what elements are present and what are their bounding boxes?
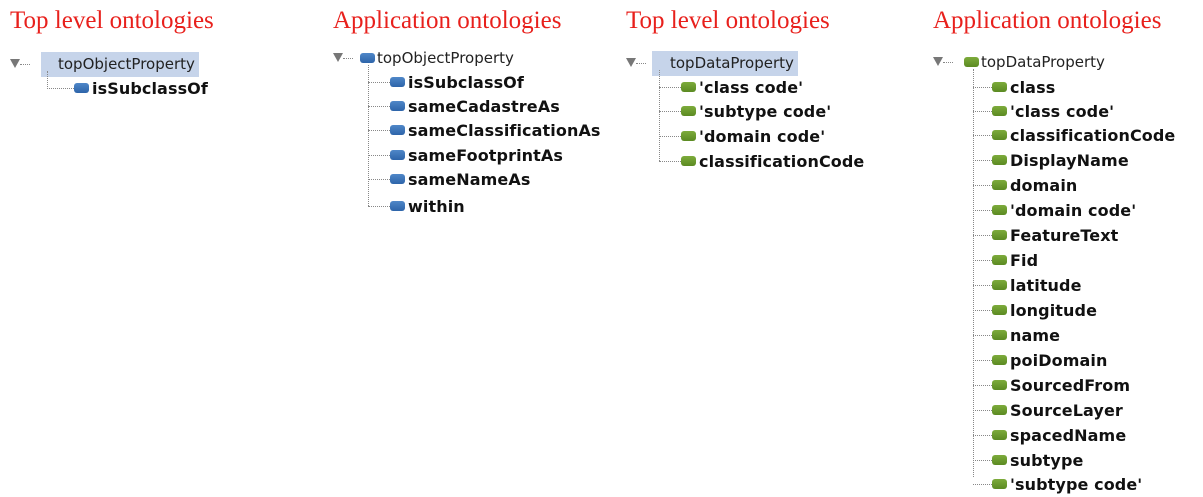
tree-node-label: 'class code' [699, 78, 804, 97]
data-property-icon [992, 280, 1007, 290]
data-property-icon [992, 230, 1007, 240]
tree-connector [659, 70, 660, 161]
triangle-down-icon[interactable] [10, 59, 20, 68]
tree-node-label: poiDomain [1010, 351, 1108, 370]
data-property-icon [992, 405, 1007, 415]
tree-node-label: isSubclassOf [408, 73, 524, 92]
tree-root-node[interactable]: topDataProperty [626, 51, 826, 76]
triangle-down-icon[interactable] [626, 58, 636, 67]
tree-node-label: DisplayName [1010, 151, 1129, 170]
data-property-icon [992, 380, 1007, 390]
tree-node-label: spacedName [1010, 426, 1127, 445]
data-property-icon [992, 205, 1007, 215]
object-property-icon [390, 174, 405, 184]
tree-node-label: sameClassificationAs [408, 121, 601, 140]
object-property-icon [390, 101, 405, 111]
data-property-icon [992, 255, 1007, 265]
tree-connector [973, 69, 974, 477]
data-property-icon [992, 330, 1007, 340]
tree-node-label: 'subtype code' [1010, 475, 1143, 494]
data-property-icon [681, 106, 696, 116]
tree-node-label: 'domain code' [1010, 201, 1137, 220]
tree-node-label: domain [1010, 176, 1078, 195]
object-property-icon [360, 53, 375, 63]
data-property-icon [992, 455, 1007, 465]
data-property-icon [992, 155, 1007, 165]
data-property-icon [992, 479, 1007, 489]
panel-title: Top level ontologies [626, 7, 830, 34]
data-property-icon [681, 131, 696, 141]
data-property-icon [992, 180, 1007, 190]
tree-node-label: FeatureText [1010, 226, 1119, 245]
triangle-down-icon[interactable] [333, 53, 343, 62]
tree-node-label: 'domain code' [699, 127, 826, 146]
tree-node-label: topDataProperty [981, 53, 1105, 71]
tree-node-label: classificationCode [699, 152, 865, 171]
data-property-icon [992, 130, 1007, 140]
object-property-icon [74, 83, 89, 93]
data-property-icon [681, 156, 696, 166]
tree-node-label: SourcedFrom [1010, 376, 1131, 395]
data-property-icon [992, 305, 1007, 315]
data-property-icon [992, 82, 1007, 92]
tree-node-label: topDataProperty [652, 51, 798, 76]
panel-title: Application ontologies [333, 7, 562, 34]
tree-node-label: 'class code' [1010, 102, 1115, 121]
panel-title: Application ontologies [933, 7, 1162, 34]
tree-node-label: topObjectProperty [377, 49, 514, 67]
triangle-down-icon[interactable] [933, 57, 943, 66]
data-property-icon [992, 355, 1007, 365]
object-property-icon [390, 125, 405, 135]
tree-node-label: latitude [1010, 276, 1082, 295]
tree-root-node[interactable]: topObjectProperty [10, 52, 238, 77]
tree-node-label: isSubclassOf [92, 79, 208, 98]
data-property-icon [992, 106, 1007, 116]
object-property-icon [390, 77, 405, 87]
tree-node-label: topObjectProperty [41, 52, 199, 77]
tree-node-label: name [1010, 326, 1061, 345]
tree-node-label: classificationCode [1010, 126, 1176, 145]
tree-connector [47, 71, 48, 89]
tree-node-label: sameCadastreAs [408, 97, 560, 116]
tree-node-label: within [408, 197, 465, 216]
panel-title: Top level ontologies [10, 7, 214, 34]
tree-node-label: SourceLayer [1010, 401, 1123, 420]
tree-node-label: 'subtype code' [699, 102, 832, 121]
data-property-icon [964, 57, 979, 67]
tree-node-label: longitude [1010, 301, 1098, 320]
tree-node-label: sameFootprintAs [408, 146, 564, 165]
tree-node-label: sameNameAs [408, 170, 531, 189]
data-property-icon [681, 82, 696, 92]
tree-connector [368, 65, 369, 206]
object-property-icon [390, 201, 405, 211]
tree-node-label: subtype [1010, 451, 1084, 470]
tree-node-label: class [1010, 78, 1056, 97]
tree-node-label: Fid [1010, 251, 1039, 270]
data-property-icon [992, 430, 1007, 440]
object-property-icon [390, 150, 405, 160]
